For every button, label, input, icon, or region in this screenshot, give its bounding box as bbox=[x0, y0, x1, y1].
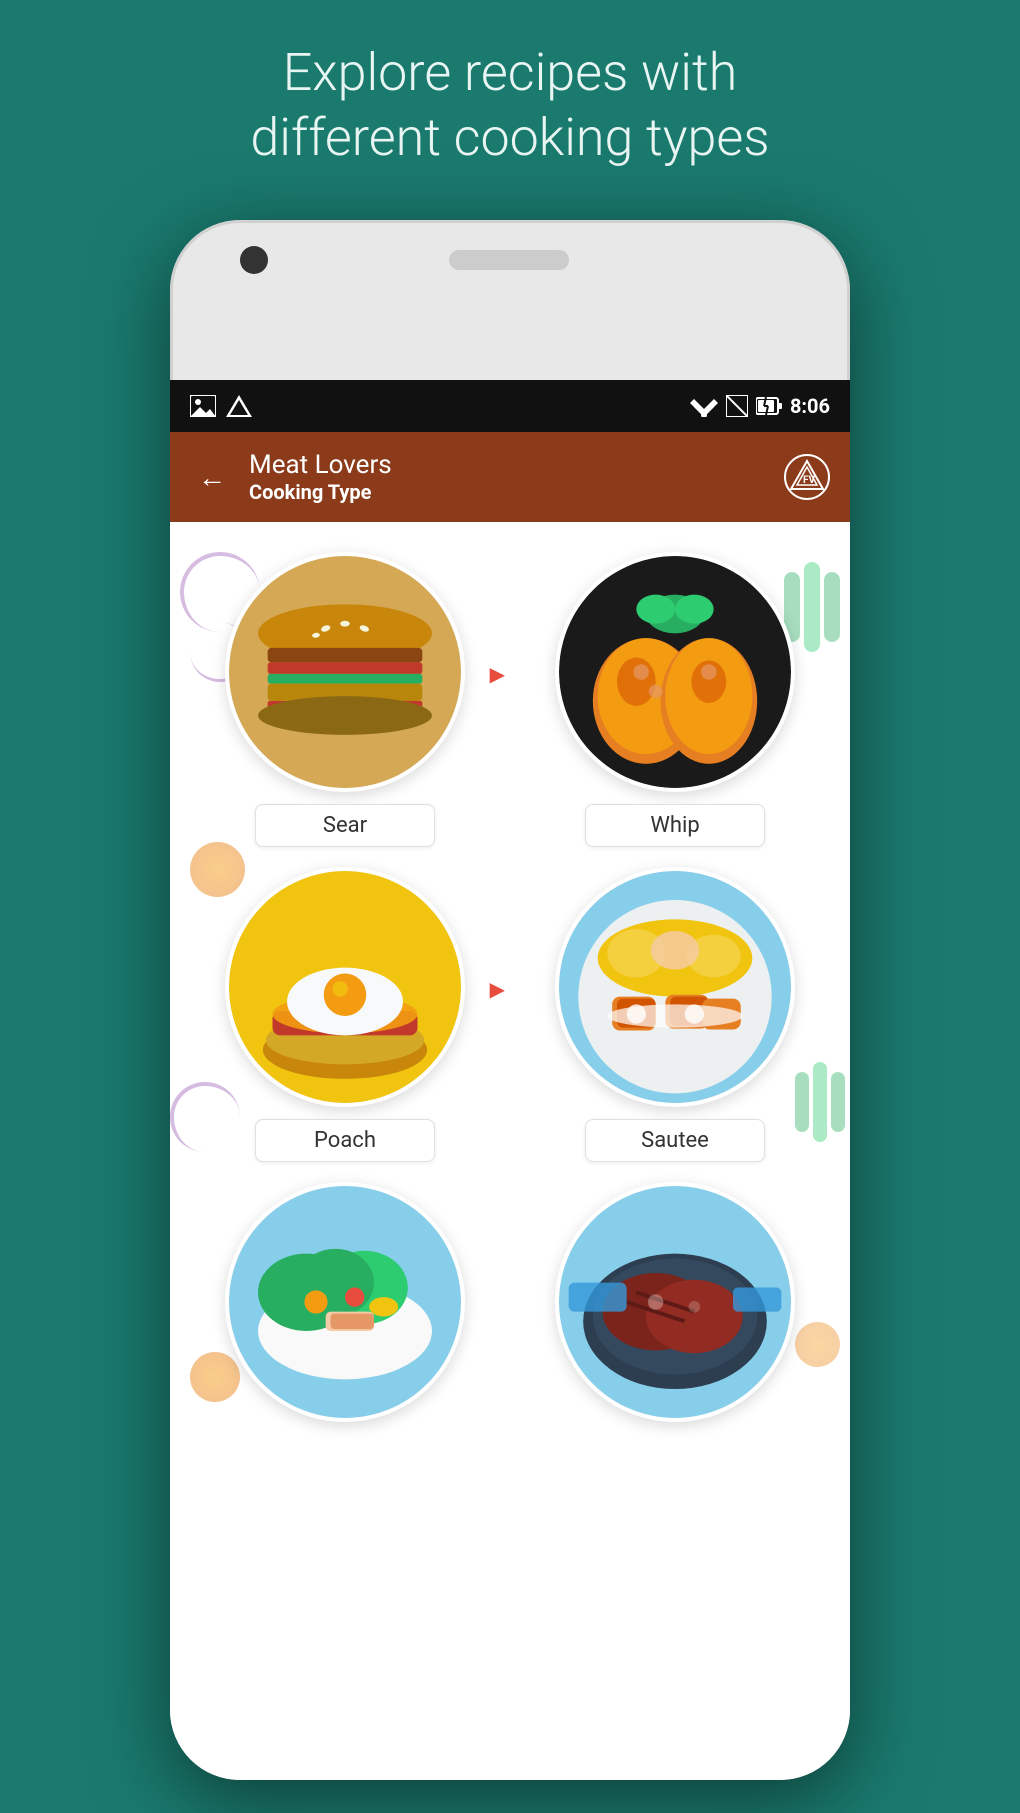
app-bar: ← Meat Lovers Cooking Type FV bbox=[170, 432, 850, 522]
phone-top-bar bbox=[170, 220, 850, 300]
recipe-image-sautee bbox=[555, 867, 795, 1107]
speaker bbox=[449, 250, 569, 270]
sear-arrow: ▶ bbox=[490, 662, 505, 686]
status-right: 8:06 bbox=[690, 394, 830, 418]
image-icon bbox=[190, 395, 216, 417]
recipe-card-row3-left[interactable] bbox=[190, 1182, 500, 1422]
recipe-image-row3-right bbox=[555, 1182, 795, 1422]
recipe-image-row3-left bbox=[225, 1182, 465, 1422]
recipe-image-poach bbox=[225, 867, 465, 1107]
recipe-card-sear[interactable]: ▶ Sear bbox=[190, 552, 500, 847]
phone-shell: 8:06 ← Meat Lovers Cooking Type FV bbox=[170, 220, 850, 1780]
back-button[interactable]: ← bbox=[190, 453, 234, 502]
recipe-grid: ▶ Sear bbox=[170, 522, 850, 1442]
background: Explore recipes with different cooking t… bbox=[0, 0, 1020, 200]
status-left bbox=[190, 395, 252, 417]
recipe-card-poach[interactable]: ▶ Poach bbox=[190, 867, 500, 1162]
clock: 8:06 bbox=[790, 394, 830, 418]
header-line1: Explore recipes with bbox=[283, 42, 738, 103]
app-logo: FV bbox=[784, 454, 830, 500]
app-title-main: Meat Lovers bbox=[249, 450, 784, 480]
battery-icon bbox=[756, 397, 782, 415]
recipe-card-whip[interactable]: Whip bbox=[520, 552, 830, 847]
recipe-label-poach: Poach bbox=[255, 1119, 435, 1162]
header-text: Explore recipes with different cooking t… bbox=[0, 0, 1020, 200]
camera bbox=[240, 246, 268, 274]
recipe-image-sear bbox=[225, 552, 465, 792]
phone-screen: 8:06 ← Meat Lovers Cooking Type FV bbox=[170, 300, 850, 1780]
svg-text:FV: FV bbox=[803, 475, 815, 486]
app-bar-title: Meat Lovers Cooking Type bbox=[249, 450, 784, 504]
header-line2: different cooking types bbox=[250, 107, 769, 168]
app-title-sub: Cooking Type bbox=[249, 480, 784, 504]
poach-arrow: ▶ bbox=[490, 977, 505, 1001]
recipe-label-sear: Sear bbox=[255, 804, 435, 847]
recipe-label-sautee: Sautee bbox=[585, 1119, 765, 1162]
recipe-label-whip: Whip bbox=[585, 804, 765, 847]
recipe-image-whip bbox=[555, 552, 795, 792]
nav-icon bbox=[226, 395, 252, 417]
recipe-card-sautee[interactable]: Sautee bbox=[520, 867, 830, 1162]
recipe-card-row3-right[interactable] bbox=[520, 1182, 830, 1422]
content-area: ▶ Sear bbox=[170, 522, 850, 1780]
signal-icon bbox=[726, 395, 748, 417]
status-bar: 8:06 bbox=[170, 380, 850, 432]
wifi-icon bbox=[690, 395, 718, 417]
